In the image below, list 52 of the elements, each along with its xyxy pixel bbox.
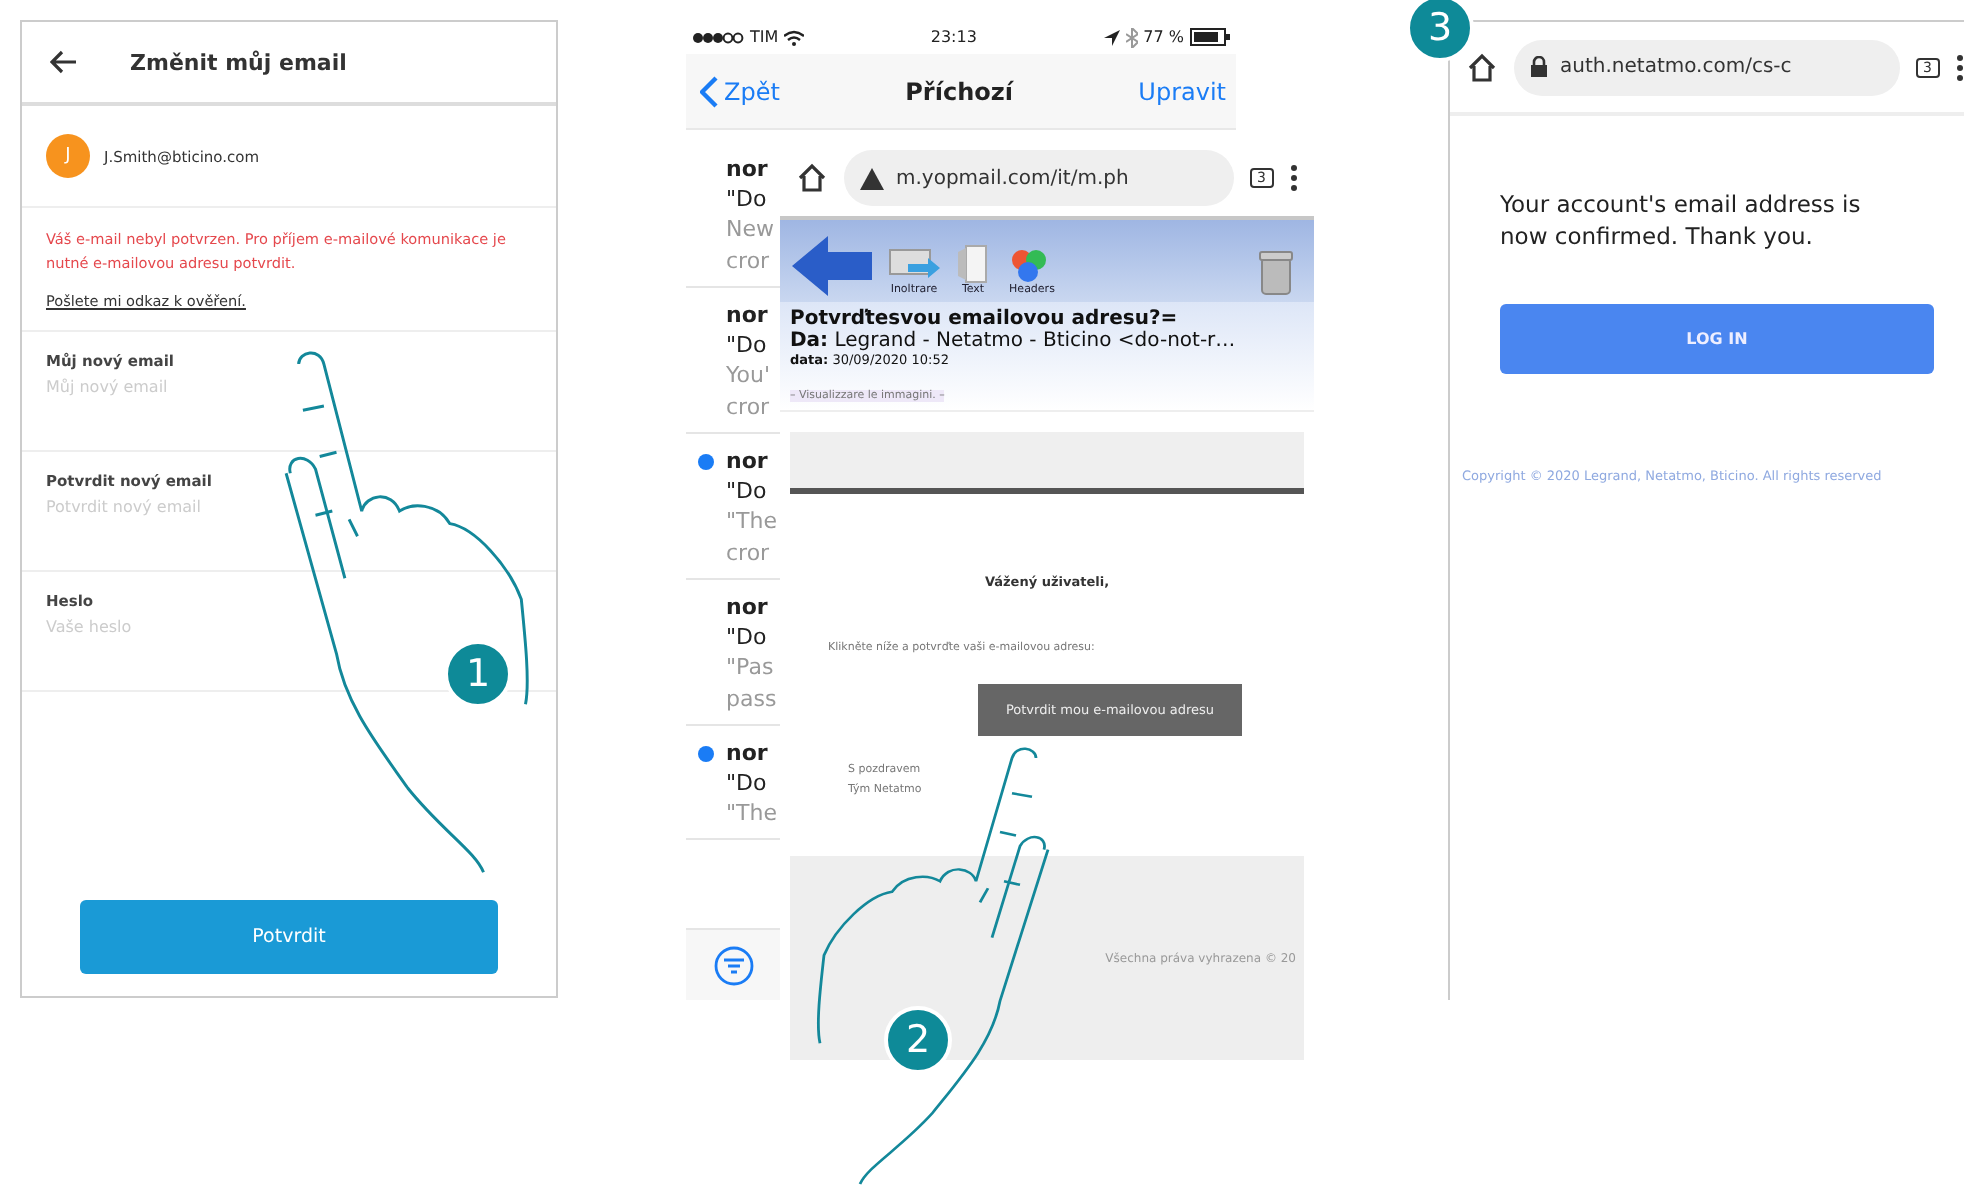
message-preview: cror (726, 246, 772, 278)
back-link[interactable]: Zpět (700, 75, 780, 107)
sender-name[interactable]: nor (726, 300, 780, 330)
clock-time: 23:13 (930, 28, 977, 46)
url-text: m.yopmail.com/it/m.ph (896, 167, 1129, 189)
message-preview: "The (726, 506, 780, 538)
message-preview: cror (726, 538, 772, 570)
message-preview: You' (726, 360, 772, 392)
sender-name[interactable]: nor (726, 446, 780, 476)
battery-icon (1189, 28, 1230, 46)
warning-icon (860, 167, 884, 189)
sender-name[interactable]: nor (726, 154, 780, 184)
home-icon[interactable] (796, 162, 828, 194)
url-text: auth.netatmo.com/cs-c (1560, 56, 1792, 78)
message-preview: New (726, 214, 776, 246)
back-arrow-icon[interactable] (50, 50, 78, 74)
address-bar[interactable]: m.yopmail.com/it/m.ph (844, 150, 1234, 206)
message-preview: "Pas (726, 652, 776, 684)
screen-title: Příchozí (905, 77, 1013, 105)
home-icon[interactable] (1466, 51, 1498, 83)
more-icon[interactable] (1290, 164, 1298, 192)
signal-icon (692, 31, 744, 43)
lock-icon (1530, 56, 1548, 78)
email-subject: Potvrďtesvou emailovou adresu?= (790, 308, 1180, 330)
envelope-arrow-icon (888, 244, 940, 284)
message-subject: "Do (726, 184, 769, 214)
message-subject: "Do (726, 330, 769, 360)
wifi-icon (784, 29, 805, 45)
step-number-badge: 3 (1406, 0, 1474, 62)
battery-percentage: 77 % (1143, 28, 1184, 46)
location-arrow-icon (1103, 29, 1120, 45)
sender-line: Da: Legrand - Netatmo - Bticino <do-not-r… (790, 330, 1238, 352)
edit-link[interactable]: Upravit (1138, 77, 1226, 105)
bluetooth-icon (1125, 27, 1138, 47)
screen-title: Změnit můj email (130, 49, 347, 75)
confirmation-message: Your account's email address is now confirmed. Thank you. (1500, 188, 1863, 252)
sender-name[interactable]: nor (726, 592, 780, 622)
address-bar[interactable]: auth.netatmo.com/cs-c (1514, 39, 1900, 95)
back-label: Zpět (724, 77, 780, 105)
sender-name[interactable]: nor (726, 738, 780, 768)
message-preview: cror (726, 392, 772, 424)
avatar: J (46, 134, 90, 178)
more-icon[interactable] (1956, 53, 1964, 81)
document-icon (956, 244, 990, 284)
message-preview: "The (726, 798, 780, 830)
chevron-left-icon (700, 75, 718, 107)
filter-icon[interactable] (714, 945, 754, 985)
message-preview: pass (726, 684, 779, 716)
message-subject: "Do (726, 476, 769, 506)
message-subject: "Do (726, 622, 769, 652)
message-subject: "Do (726, 768, 769, 798)
carrier-name: TIM (750, 28, 779, 46)
